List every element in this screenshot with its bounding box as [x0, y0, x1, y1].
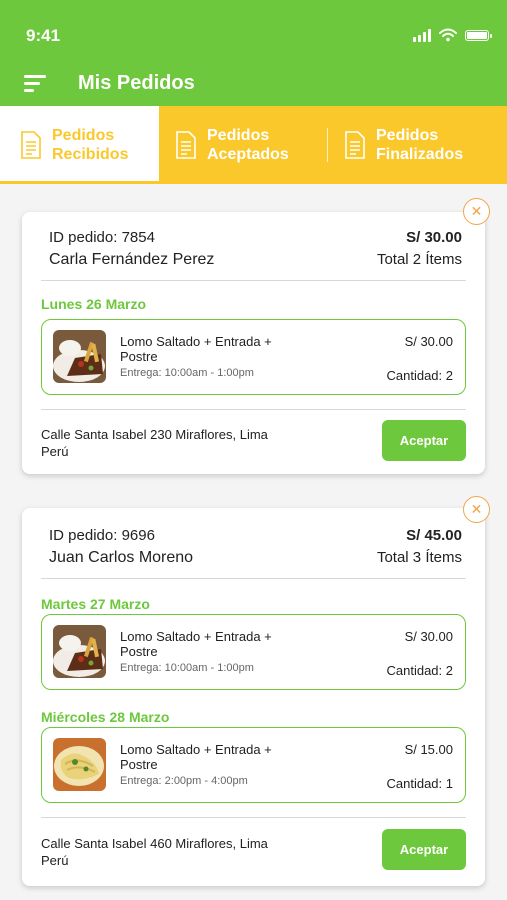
- accept-button[interactable]: Aceptar: [382, 420, 466, 461]
- document-icon: [345, 131, 365, 159]
- order-id-value: 9696: [121, 527, 155, 544]
- battery-icon: [465, 29, 492, 41]
- order-total-items: Total 3 Ítems: [376, 549, 462, 566]
- item-name: Lomo Saltado + Entrada + Postre: [120, 742, 272, 772]
- close-icon[interactable]: ✕: [463, 198, 490, 225]
- item-quantity: Cantidad: 1: [386, 776, 454, 791]
- document-icon: [176, 131, 196, 159]
- order-id: ID pedido: 9696: [49, 527, 155, 544]
- order-total-items: Total 2 Ítems: [376, 251, 462, 268]
- order-id-row: ID pedido: 7854 S/ 30.00: [49, 229, 462, 247]
- order-item[interactable]: Lomo Saltado + Entrada + Postre Entrega:…: [41, 319, 466, 395]
- divider: [41, 409, 466, 410]
- item-name: Lomo Saltado + Entrada + Postre: [120, 334, 272, 364]
- order-id-value: 7854: [121, 229, 155, 246]
- order-customer-row: Juan Carlos Moreno Total 3 Ítems: [49, 549, 462, 569]
- item-price: S/ 15.00: [404, 742, 453, 757]
- order-customer-row: Carla Fernández Perez Total 2 Ítems: [49, 251, 462, 271]
- close-icon[interactable]: ✕: [463, 496, 490, 523]
- order-card: ID pedido: 9696 S/ 45.00 Juan Carlos Mor…: [22, 508, 485, 886]
- delivery-date: Martes 27 Marzo: [41, 596, 150, 612]
- tab-label: Pedidos Aceptados: [207, 127, 289, 163]
- lomo-saltado-photo: [53, 625, 106, 678]
- delivery-date: Lunes 26 Marzo: [41, 296, 147, 312]
- status-icons: [413, 28, 492, 42]
- lomo-saltado-photo: [53, 330, 106, 383]
- signal-icon: [413, 28, 431, 42]
- item-delivery-time: Entrega: 2:00pm - 4:00pm: [120, 775, 248, 787]
- item-quantity: Cantidad: 2: [386, 663, 454, 678]
- order-item[interactable]: Lomo Saltado + Entrada + Postre Entrega:…: [41, 614, 466, 690]
- customer-name: Juan Carlos Moreno: [49, 549, 194, 566]
- item-quantity: Cantidad: 2: [386, 368, 454, 383]
- order-id-row: ID pedido: 9696 S/ 45.00: [49, 527, 462, 545]
- pasta-dish-photo: [53, 738, 106, 791]
- tab-label: Pedidos Finalizados: [376, 127, 464, 163]
- item-delivery-time: Entrega: 10:00am - 1:00pm: [120, 367, 254, 379]
- divider: [41, 817, 466, 818]
- tab-pedidos-recibidos[interactable]: Pedidos Recibidos: [0, 106, 159, 184]
- customer-name: Carla Fernández Perez: [49, 251, 215, 268]
- delivery-date: Miércoles 28 Marzo: [41, 709, 170, 725]
- menu-icon[interactable]: [24, 75, 46, 93]
- tab-pedidos-finalizados[interactable]: Pedidos Finalizados: [328, 106, 507, 184]
- item-delivery-time: Entrega: 10:00am - 1:00pm: [120, 662, 254, 674]
- tab-pedidos-aceptados[interactable]: Pedidos Aceptados: [159, 106, 327, 184]
- divider: [41, 578, 466, 579]
- app-bar: 9:41 Mis Pedidos: [0, 0, 507, 106]
- document-icon: [21, 131, 41, 159]
- order-id-label: ID pedido:: [49, 229, 118, 246]
- delivery-address: Calle Santa Isabel 460 Miraflores, Lima …: [41, 836, 268, 868]
- status-time: 9:41: [26, 26, 61, 45]
- tab-label: Pedidos Recibidos: [52, 127, 129, 163]
- order-id-label: ID pedido:: [49, 527, 118, 544]
- status-bar: 9:41: [0, 26, 507, 46]
- item-price: S/ 30.00: [404, 629, 453, 644]
- item-price: S/ 30.00: [404, 334, 453, 349]
- order-total-price: S/ 30.00: [406, 229, 462, 246]
- page-title: Mis Pedidos: [78, 72, 195, 94]
- delivery-address: Calle Santa Isabel 230 Miraflores, Lima …: [41, 427, 268, 459]
- order-item[interactable]: Lomo Saltado + Entrada + Postre Entrega:…: [41, 727, 466, 803]
- accept-button[interactable]: Aceptar: [382, 829, 466, 870]
- order-id: ID pedido: 7854: [49, 229, 155, 246]
- order-total-price: S/ 45.00: [406, 527, 462, 544]
- order-card: ID pedido: 7854 S/ 30.00 Carla Fernández…: [22, 212, 485, 474]
- divider: [41, 280, 466, 281]
- item-name: Lomo Saltado + Entrada + Postre: [120, 629, 272, 659]
- wifi-icon: [439, 28, 457, 42]
